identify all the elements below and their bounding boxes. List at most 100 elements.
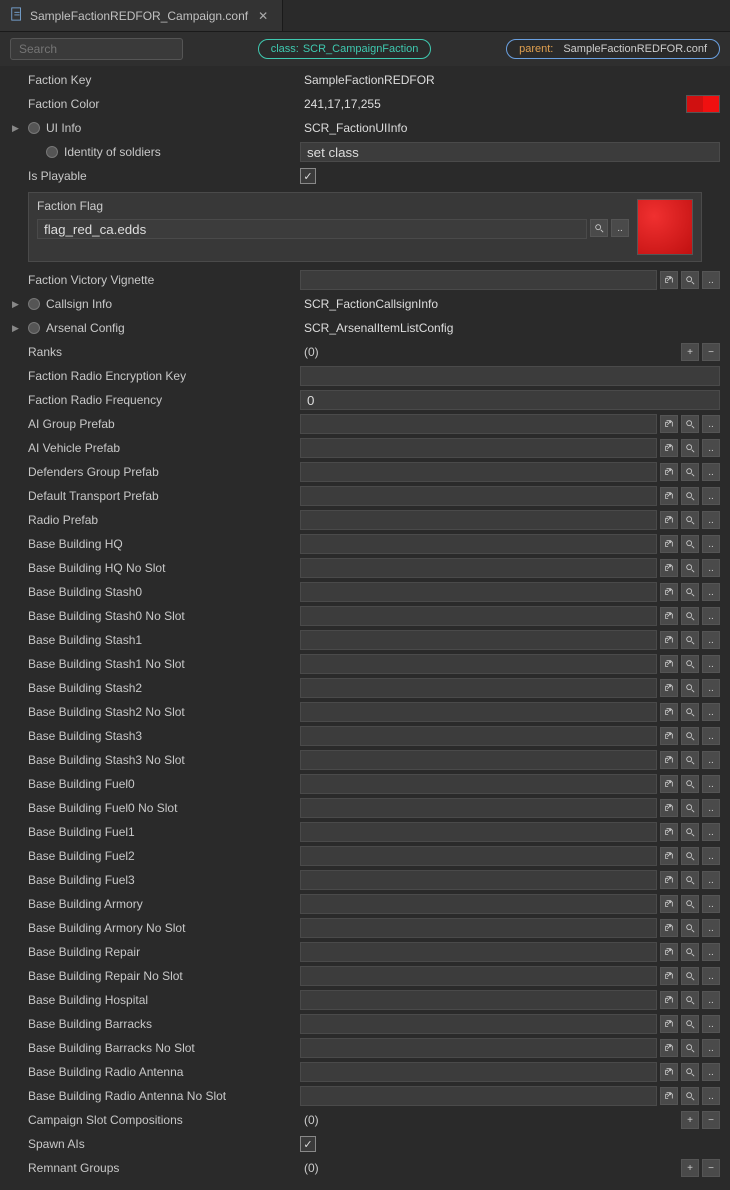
close-icon[interactable]: ✕ xyxy=(254,7,272,25)
search-asset-icon[interactable] xyxy=(681,271,699,289)
search-asset-icon[interactable] xyxy=(681,487,699,505)
more-icon[interactable]: .. xyxy=(702,823,720,841)
asset-input[interactable] xyxy=(300,678,657,698)
text-input[interactable] xyxy=(300,390,720,410)
more-icon[interactable]: .. xyxy=(702,415,720,433)
more-icon[interactable]: .. xyxy=(702,631,720,649)
open-asset-icon[interactable] xyxy=(660,583,678,601)
asset-input[interactable] xyxy=(300,462,657,482)
parent-chip[interactable]: parent: SampleFactionREDFOR.conf xyxy=(506,39,720,59)
expand-arrow-icon[interactable]: ▶ xyxy=(12,323,19,334)
open-asset-icon[interactable] xyxy=(660,631,678,649)
open-asset-icon[interactable] xyxy=(660,895,678,913)
asset-input[interactable] xyxy=(300,750,657,770)
text-input[interactable] xyxy=(300,366,720,386)
open-asset-icon[interactable] xyxy=(660,439,678,457)
search-asset-icon[interactable] xyxy=(681,727,699,745)
open-asset-icon[interactable] xyxy=(660,823,678,841)
more-icon[interactable]: .. xyxy=(702,463,720,481)
more-icon[interactable]: .. xyxy=(702,535,720,553)
open-asset-icon[interactable] xyxy=(660,679,678,697)
search-asset-icon[interactable] xyxy=(681,775,699,793)
search-asset-icon[interactable] xyxy=(681,1063,699,1081)
asset-input[interactable] xyxy=(300,798,657,818)
open-asset-icon[interactable] xyxy=(660,919,678,937)
asset-input[interactable] xyxy=(300,966,657,986)
remove-item-icon[interactable]: − xyxy=(702,1159,720,1177)
search-asset-icon[interactable] xyxy=(681,559,699,577)
open-asset-icon[interactable] xyxy=(660,559,678,577)
checkbox[interactable]: ✓ xyxy=(300,1136,316,1152)
more-icon[interactable]: .. xyxy=(702,943,720,961)
more-icon[interactable]: .. xyxy=(702,895,720,913)
more-icon[interactable]: .. xyxy=(702,487,720,505)
open-asset-icon[interactable] xyxy=(660,487,678,505)
remove-item-icon[interactable]: − xyxy=(702,1111,720,1129)
more-icon[interactable]: .. xyxy=(702,991,720,1009)
search-asset-icon[interactable] xyxy=(681,703,699,721)
search-asset-icon[interactable] xyxy=(681,919,699,937)
expand-arrow-icon[interactable]: ▶ xyxy=(12,123,19,134)
color-swatch[interactable] xyxy=(686,95,720,113)
open-asset-icon[interactable] xyxy=(660,871,678,889)
more-icon[interactable]: .. xyxy=(702,583,720,601)
open-asset-icon[interactable] xyxy=(660,535,678,553)
more-icon[interactable]: .. xyxy=(702,871,720,889)
remove-item-icon[interactable]: − xyxy=(702,343,720,361)
open-asset-icon[interactable] xyxy=(660,847,678,865)
search-asset-icon[interactable] xyxy=(681,679,699,697)
search-asset-icon[interactable] xyxy=(681,895,699,913)
more-icon[interactable]: .. xyxy=(702,703,720,721)
more-icon[interactable]: .. xyxy=(702,847,720,865)
more-icon[interactable]: .. xyxy=(702,607,720,625)
search-asset-icon[interactable] xyxy=(681,799,699,817)
asset-input[interactable] xyxy=(300,654,657,674)
checkbox[interactable]: ✓ xyxy=(300,168,316,184)
open-asset-icon[interactable] xyxy=(660,1063,678,1081)
asset-input[interactable] xyxy=(300,486,657,506)
more-icon[interactable]: .. xyxy=(702,775,720,793)
asset-input[interactable] xyxy=(300,582,657,602)
more-icon[interactable]: .. xyxy=(702,1087,720,1105)
search-asset-icon[interactable] xyxy=(681,943,699,961)
open-asset-icon[interactable] xyxy=(660,1015,678,1033)
open-asset-icon[interactable] xyxy=(660,415,678,433)
asset-input[interactable] xyxy=(300,534,657,554)
more-icon[interactable]: .. xyxy=(702,1015,720,1033)
asset-input[interactable] xyxy=(300,942,657,962)
expand-arrow-icon[interactable]: ▶ xyxy=(12,299,19,310)
asset-input[interactable] xyxy=(300,1086,657,1106)
more-icon[interactable]: .. xyxy=(702,751,720,769)
asset-input[interactable] xyxy=(300,774,657,794)
open-asset-icon[interactable] xyxy=(660,775,678,793)
asset-input[interactable] xyxy=(300,606,657,626)
open-asset-icon[interactable] xyxy=(660,751,678,769)
add-item-icon[interactable]: + xyxy=(681,1111,699,1129)
search-asset-icon[interactable] xyxy=(681,1087,699,1105)
more-icon[interactable]: .. xyxy=(702,799,720,817)
open-asset-icon[interactable] xyxy=(660,991,678,1009)
open-asset-icon[interactable] xyxy=(660,967,678,985)
search-asset-icon[interactable] xyxy=(681,847,699,865)
asset-input[interactable] xyxy=(300,1014,657,1034)
asset-input[interactable] xyxy=(300,414,657,434)
open-asset-icon[interactable] xyxy=(660,799,678,817)
asset-input[interactable] xyxy=(300,870,657,890)
search-asset-icon[interactable] xyxy=(681,631,699,649)
open-asset-icon[interactable] xyxy=(660,511,678,529)
asset-input[interactable] xyxy=(300,438,657,458)
asset-input[interactable] xyxy=(300,990,657,1010)
more-icon[interactable]: .. xyxy=(611,219,629,237)
open-asset-icon[interactable] xyxy=(660,607,678,625)
search-asset-icon[interactable] xyxy=(681,871,699,889)
search-asset-icon[interactable] xyxy=(681,1015,699,1033)
asset-input[interactable] xyxy=(300,918,657,938)
search-asset-icon[interactable] xyxy=(681,583,699,601)
more-icon[interactable]: .. xyxy=(702,967,720,985)
search-asset-icon[interactable] xyxy=(681,463,699,481)
open-asset-icon[interactable] xyxy=(660,463,678,481)
more-icon[interactable]: .. xyxy=(702,439,720,457)
asset-input[interactable] xyxy=(300,894,657,914)
search-asset-icon[interactable] xyxy=(681,607,699,625)
more-icon[interactable]: .. xyxy=(702,655,720,673)
